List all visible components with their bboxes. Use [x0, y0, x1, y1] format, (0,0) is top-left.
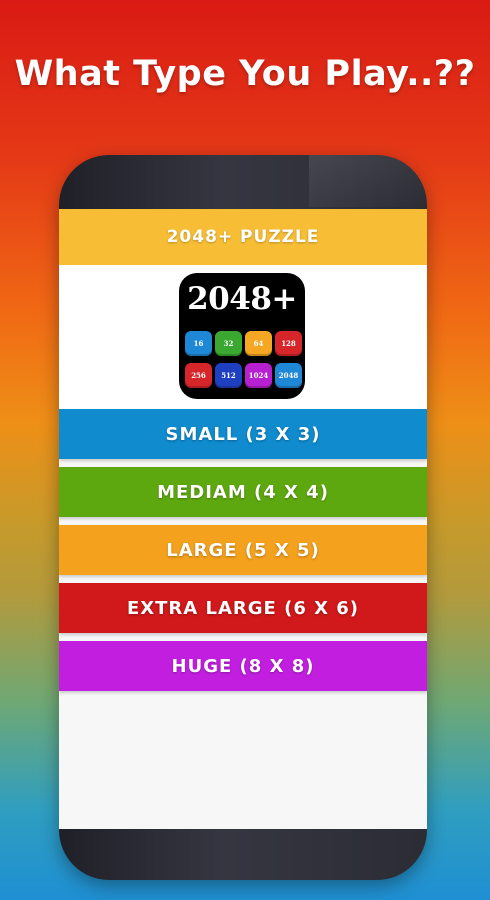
medium-4x4-button[interactable]: MEDIAM (4 X 4)	[59, 467, 427, 517]
tile-128: 128	[275, 331, 302, 356]
extra-large-6x6-button[interactable]: EXTRA LARGE (6 X 6)	[59, 583, 427, 633]
tile-512: 512	[215, 363, 242, 388]
huge-8x8-button[interactable]: HUGE (8 X 8)	[59, 641, 427, 691]
phone-screen: 2048+ PUZZLE 2048+ 16 32 64 128 256 512 …	[59, 209, 427, 829]
tile-16: 16	[185, 331, 212, 356]
tile-64: 64	[245, 331, 272, 356]
phone-gloss	[309, 155, 427, 207]
logo-area: 2048+ 16 32 64 128 256 512 1024 2048	[59, 265, 427, 409]
app-title-bar: 2048+ PUZZLE	[59, 209, 427, 265]
tile-256: 256	[185, 363, 212, 388]
tile-2048: 2048	[275, 363, 302, 388]
large-5x5-button[interactable]: LARGE (5 X 5)	[59, 525, 427, 575]
phone-frame: 2048+ PUZZLE 2048+ 16 32 64 128 256 512 …	[59, 155, 427, 880]
app-icon: 2048+ 16 32 64 128 256 512 1024 2048	[179, 273, 305, 399]
app-title: 2048+ PUZZLE	[166, 227, 320, 247]
small-3x3-button[interactable]: SMALL (3 X 3)	[59, 409, 427, 459]
tile-1024: 1024	[245, 363, 272, 388]
tile-32: 32	[215, 331, 242, 356]
page-headline: What Type You Play..??	[14, 54, 476, 94]
app-icon-title: 2048+	[187, 281, 297, 317]
